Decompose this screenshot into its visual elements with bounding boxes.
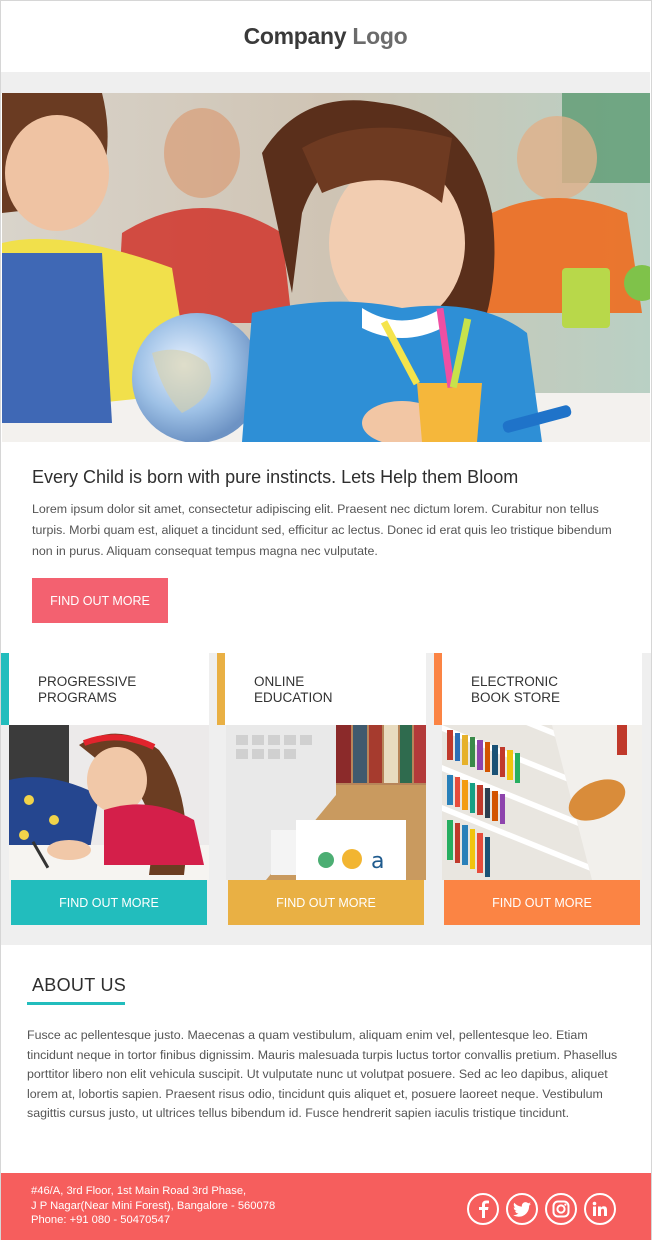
find-out-more-button-bookstore[interactable]: FIND OUT MORE (444, 880, 640, 925)
facebook-icon[interactable] (467, 1193, 499, 1225)
girl-writing-photo (9, 725, 209, 880)
feature-heading-electronic-book-store: ELECTRONIC BOOK STORE (434, 653, 642, 725)
logo-word-logo: Logo (352, 23, 408, 49)
intro-text: Lorem ipsum dolor sit amet, consectetur … (32, 502, 612, 558)
laptop-books-photo: a (226, 725, 426, 880)
about-text: Fusce ac pellentesque justo. Maecenas a … (27, 1028, 618, 1120)
about-underline (27, 1002, 125, 1005)
footer-address: #46/A, 3rd Floor, 1st Main Road 3rd Phas… (31, 1184, 275, 1228)
svg-text:a: a (371, 849, 384, 874)
feature-heading-online-education: ONLINE EDUCATION (217, 653, 426, 725)
company-logo[interactable]: Company Logo (244, 23, 408, 50)
feature-title: ELECTRONIC BOOK STORE (471, 674, 561, 705)
feature-title: PROGRESSIVE PROGRAMS (38, 674, 137, 705)
find-out-more-button-programs[interactable]: FIND OUT MORE (11, 880, 207, 925)
footer: #46/A, 3rd Floor, 1st Main Road 3rd Phas… (1, 1173, 651, 1240)
phone-number: Phone: +91 080 - 50470547 (31, 1214, 171, 1226)
feature-accent-bar (1, 653, 9, 725)
twitter-icon[interactable] (506, 1193, 538, 1225)
header: Company Logo (1, 1, 650, 72)
hero-image (2, 93, 650, 442)
linkedin-icon[interactable] (584, 1193, 616, 1225)
header-spacer (1, 72, 650, 93)
address-line-2: J P Nagar(Near Mini Forest), Bangalore -… (31, 1199, 276, 1212)
find-out-more-button[interactable]: FIND OUT MORE (32, 578, 168, 623)
find-out-more-button-education[interactable]: FIND OUT MORE (228, 880, 424, 925)
logo-word-company: Company (243, 23, 347, 49)
feature-accent-bar (434, 653, 442, 725)
feature-accent-bar (217, 653, 225, 725)
feature-heading-progressive-programs: PROGRESSIVE PROGRAMS (1, 653, 209, 725)
intro-title: Every Child is born with pure instincts.… (32, 467, 519, 487)
feature-title: ONLINE EDUCATION (254, 674, 333, 705)
about-title: ABOUT US (32, 975, 127, 995)
address-line-1: #46/A, 3rd Floor, 1st Main Road 3rd Phas… (31, 1185, 247, 1197)
bookshelf-photo (442, 725, 642, 880)
instagram-icon[interactable] (545, 1193, 577, 1225)
social-links (467, 1193, 616, 1225)
